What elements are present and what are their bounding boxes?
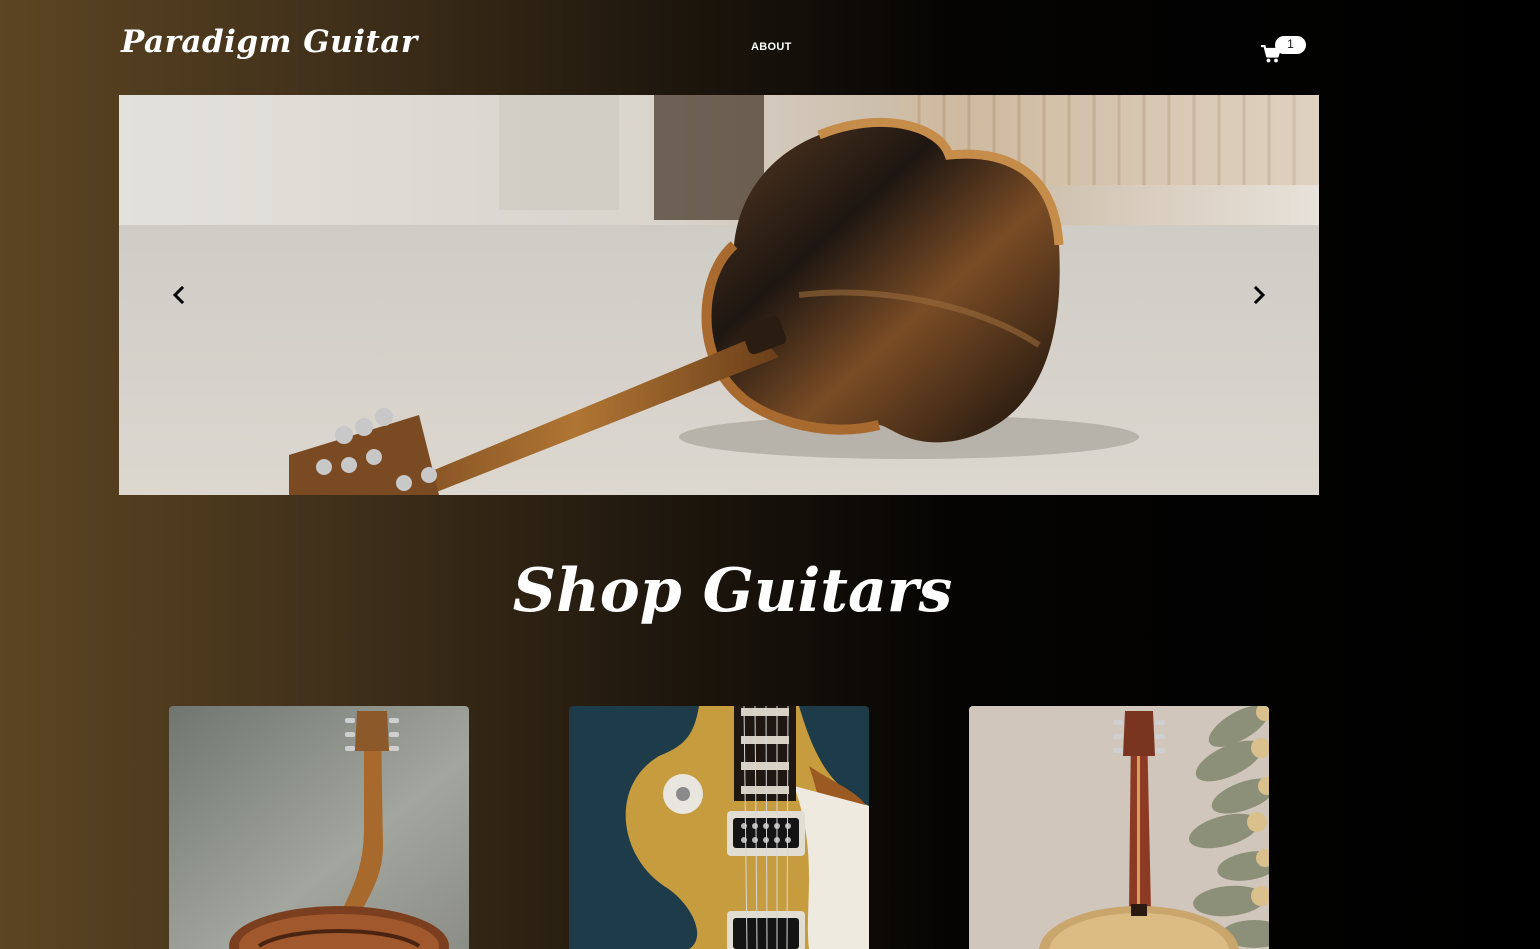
cart-button[interactable]: 1 xyxy=(1259,36,1309,68)
chevron-right-icon xyxy=(1253,285,1266,305)
site-logo[interactable]: Paradigm Guitar xyxy=(121,24,418,60)
product-card[interactable] xyxy=(169,706,469,949)
carousel-slide-image xyxy=(119,95,1319,495)
product-image xyxy=(569,706,869,949)
shop-section-title: Shop Guitars xyxy=(512,556,953,626)
product-image xyxy=(169,706,469,949)
product-card[interactable] xyxy=(569,706,869,949)
chevron-left-icon xyxy=(172,285,185,305)
hero-carousel[interactable] xyxy=(119,95,1319,495)
product-image xyxy=(969,706,1269,949)
carousel-next-button[interactable] xyxy=(1247,283,1271,307)
cart-count-badge: 1 xyxy=(1275,36,1306,54)
nav-link-about[interactable]: ABOUT xyxy=(751,41,792,53)
product-card[interactable] xyxy=(969,706,1269,949)
carousel-prev-button[interactable] xyxy=(167,283,191,307)
